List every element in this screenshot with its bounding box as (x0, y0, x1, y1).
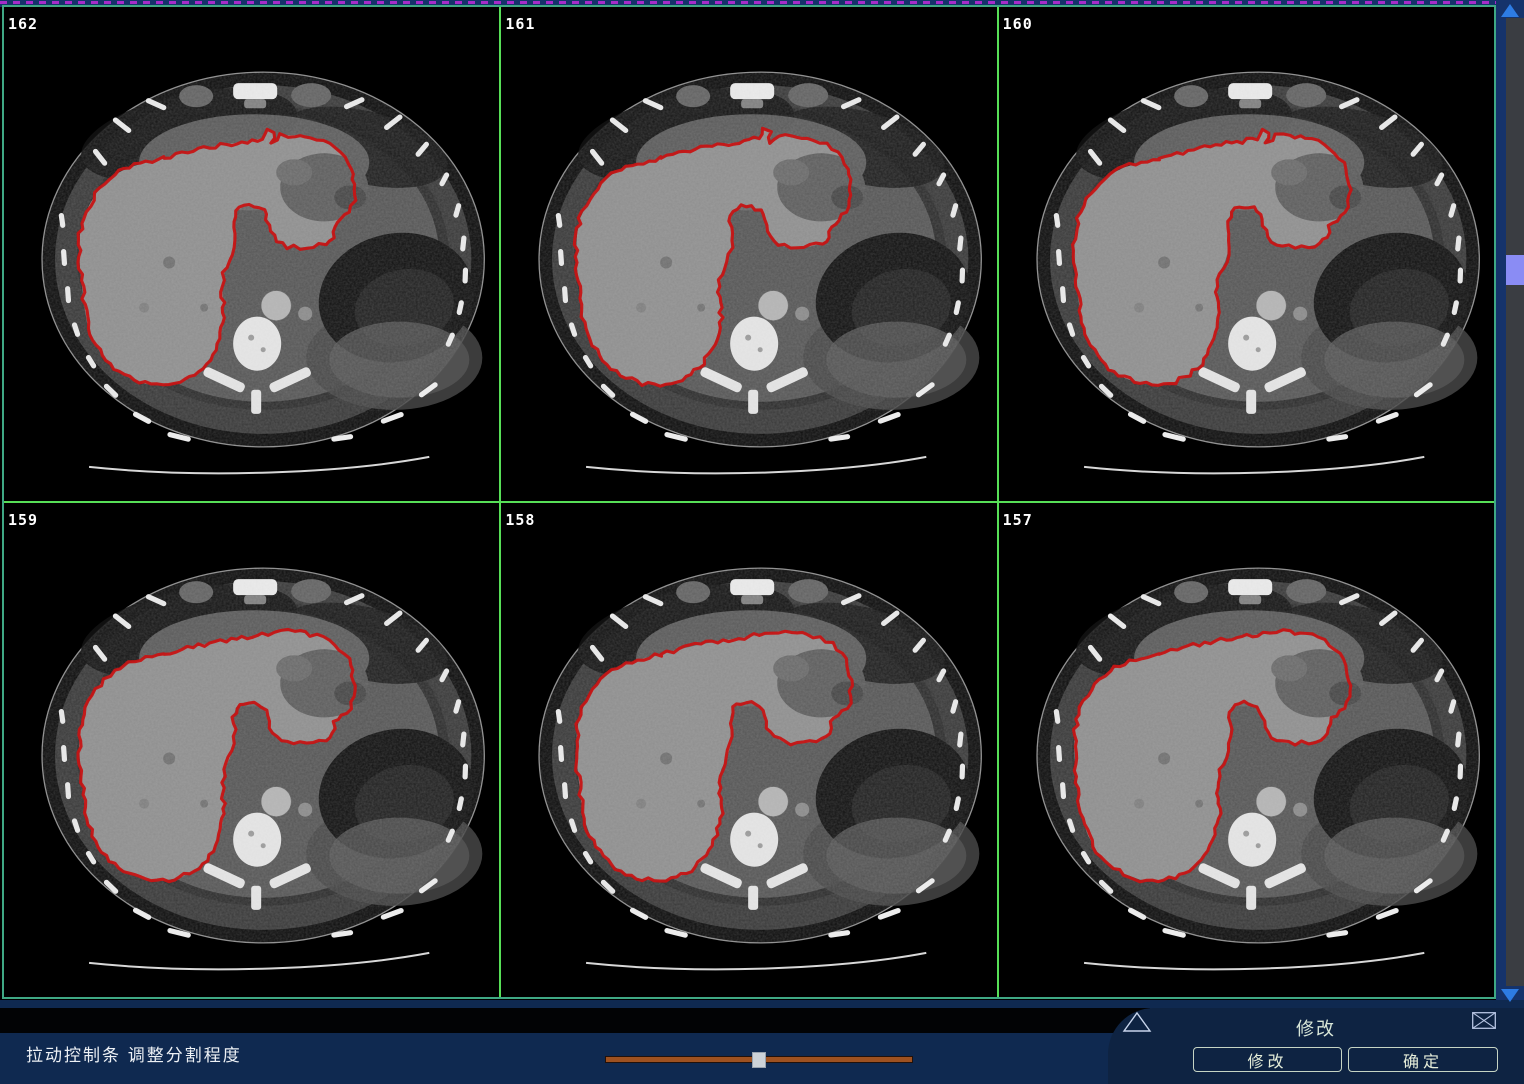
panel-title: 修改 (1108, 1015, 1524, 1041)
slice-number-label: 162 (8, 15, 38, 33)
slider-thumb[interactable] (752, 1052, 766, 1068)
bottom-toolbar: 拉动控制条 调整分割程度 修改 修改 确定 (0, 1000, 1524, 1084)
app-window: 162 161 (0, 0, 1524, 1084)
slice-number-label: 159 (8, 511, 38, 529)
slice-number-label: 158 (505, 511, 535, 529)
slider-hint-text: 拉动控制条 调整分割程度 (26, 1041, 242, 1066)
slice-number-label: 160 (1003, 15, 1033, 33)
modify-button[interactable]: 修改 (1193, 1047, 1342, 1072)
ct-slice-cell[interactable]: 158 (501, 503, 996, 997)
scrollbar (1496, 0, 1524, 1000)
modify-panel: 修改 修改 确定 (1108, 1008, 1524, 1084)
dashed-marker-line (0, 1, 1500, 4)
slice-number-label: 161 (505, 15, 535, 33)
ct-slice-cell[interactable]: 159 (4, 503, 499, 997)
segmentation-slider[interactable] (605, 1050, 915, 1070)
ct-slice-cell[interactable]: 157 (999, 503, 1494, 997)
scroll-down-arrow-icon[interactable] (1501, 989, 1519, 1002)
ct-slice-cell[interactable]: 162 (4, 7, 499, 501)
slice-number-label: 157 (1003, 511, 1033, 529)
separator-strip (0, 1008, 1150, 1033)
ct-slice-cell[interactable]: 161 (501, 7, 996, 501)
scrollbar-track[interactable] (1506, 18, 1524, 986)
ct-slice-cell[interactable]: 160 (999, 7, 1494, 501)
confirm-button[interactable]: 确定 (1348, 1047, 1498, 1072)
scroll-up-arrow-icon[interactable] (1501, 4, 1519, 17)
ct-slice-grid: 162 161 (2, 5, 1496, 999)
scrollbar-thumb[interactable] (1506, 255, 1524, 285)
envelope-icon[interactable] (1472, 1012, 1496, 1034)
